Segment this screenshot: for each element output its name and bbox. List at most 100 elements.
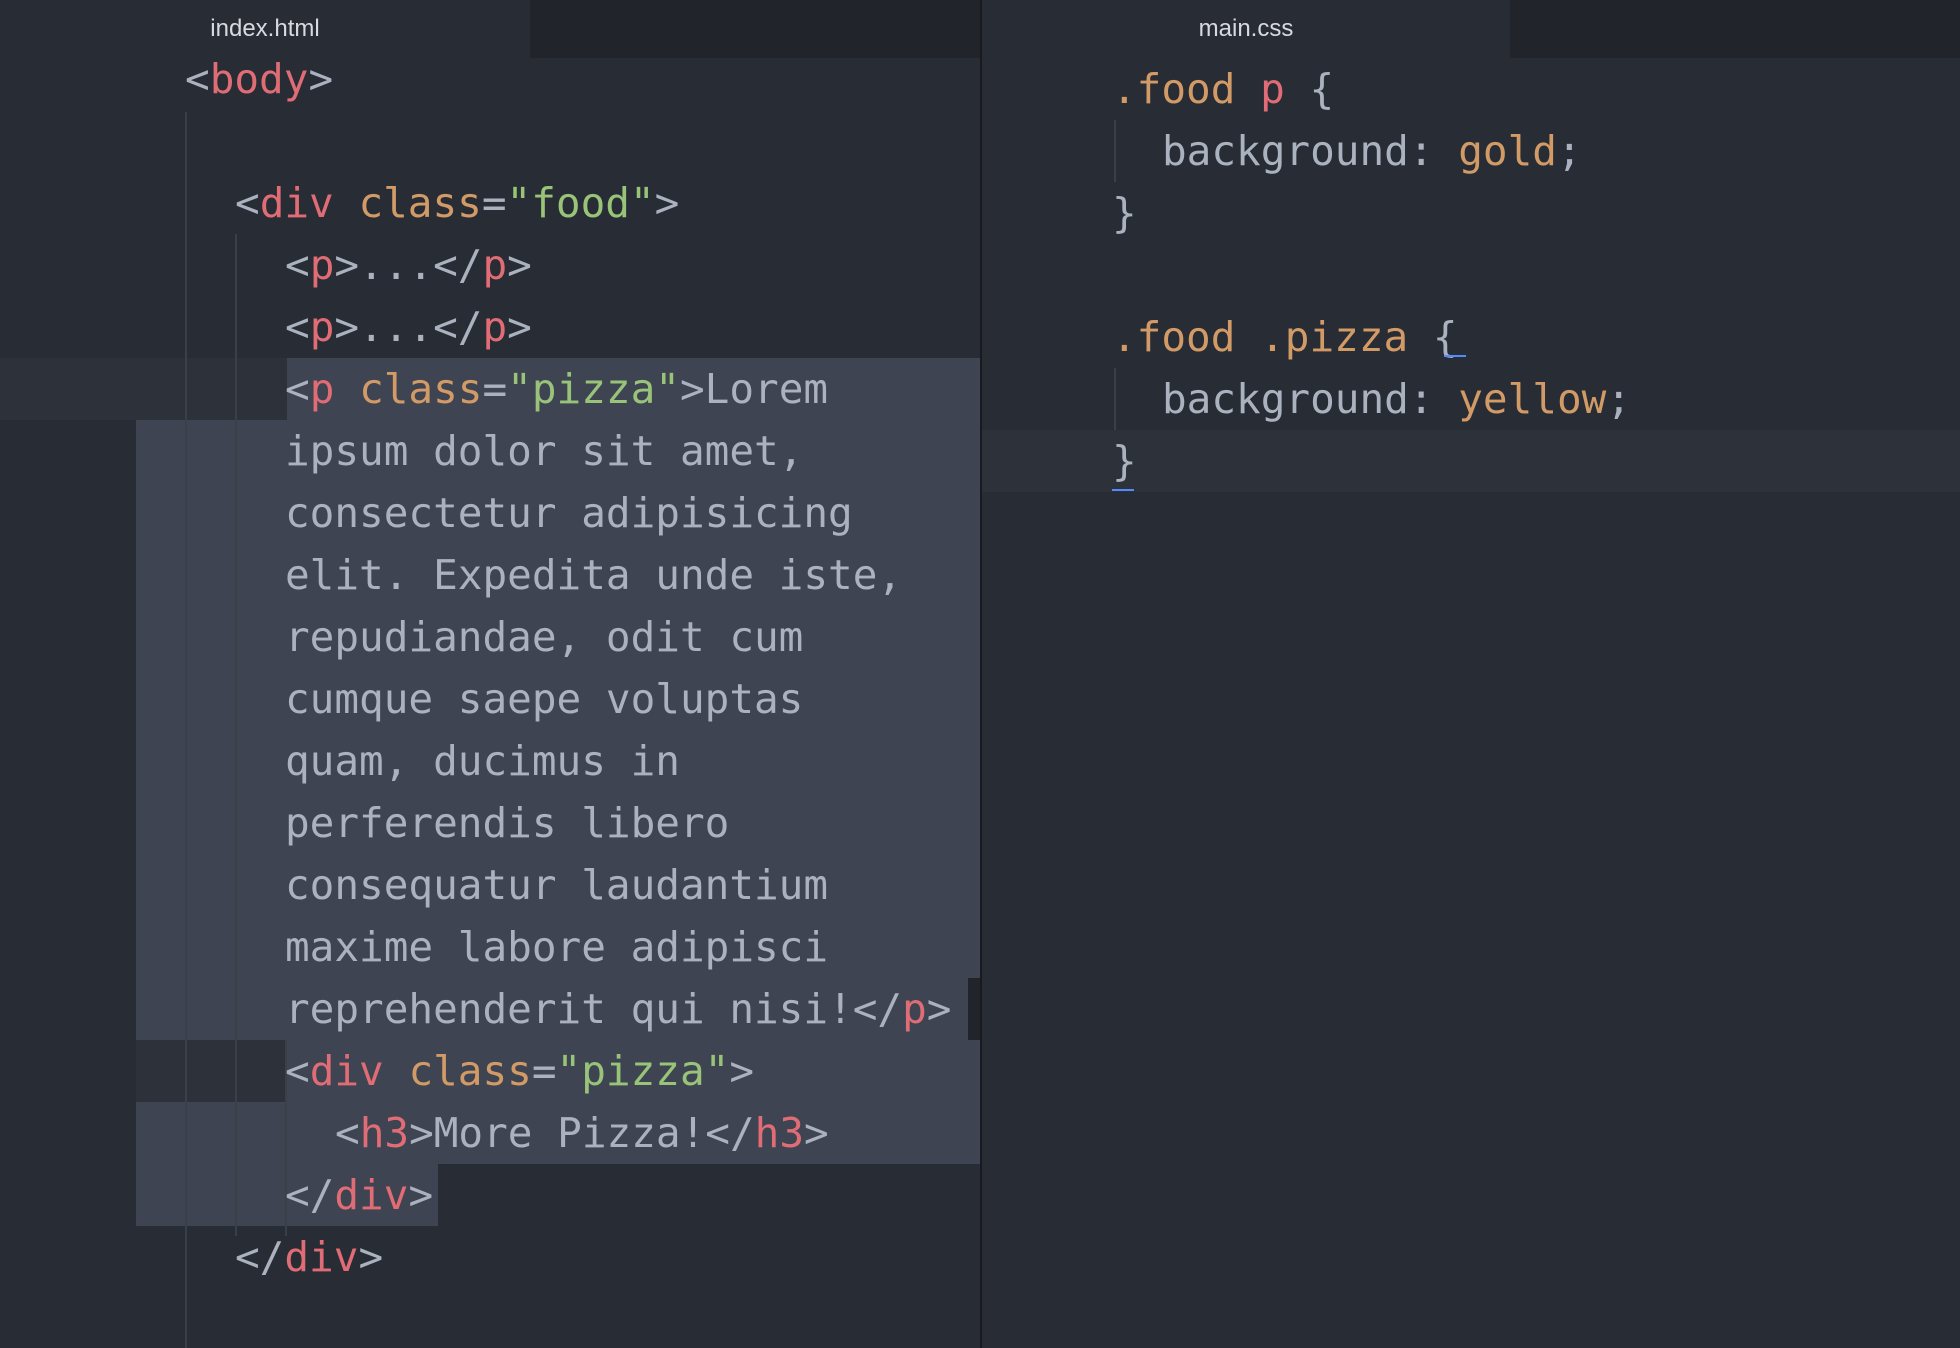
- code-token: consectetur adipisicing: [285, 489, 853, 537]
- code-token: =: [481, 179, 507, 227]
- code-line[interactable]: </div>: [235, 1226, 980, 1288]
- code-area[interactable]: .food p {background: gold;} .food .pizza …: [982, 0, 1960, 1348]
- code-token: =: [531, 1047, 557, 1095]
- code-token: elit. Expedita unde iste,: [285, 551, 903, 599]
- code-line[interactable]: }: [1112, 430, 1960, 492]
- code-token: </: [235, 1233, 285, 1281]
- code-token: ;: [1606, 375, 1632, 423]
- code-token: :: [1408, 375, 1459, 423]
- code-line[interactable]: [1112, 244, 1960, 306]
- bracket-match-underline: [1112, 489, 1134, 491]
- code-token: "food": [506, 179, 655, 227]
- code-line[interactable]: maxime labore adipisci: [285, 916, 980, 978]
- code-token: p: [309, 303, 335, 351]
- indent-guide: [1114, 368, 1116, 430]
- code-token: maxime labore adipisci: [285, 923, 829, 971]
- code-token: >: [507, 303, 532, 351]
- code-line[interactable]: perferendis libero: [285, 792, 980, 854]
- current-line-highlight: [136, 1040, 287, 1102]
- code-token: {: [1284, 65, 1335, 113]
- code-token: background: [1162, 375, 1409, 423]
- code-line[interactable]: <h3>More Pizza!</h3>: [335, 1102, 980, 1164]
- code-line[interactable]: elit. Expedita unde iste,: [285, 544, 980, 606]
- code-token: body: [209, 55, 309, 103]
- code-line[interactable]: .food .pizza {: [1112, 306, 1960, 368]
- html-editor-pane[interactable]: index.html <body> <div class="food"> <p>..…: [0, 0, 980, 1348]
- code-token: >: [729, 1047, 755, 1095]
- code-token: cumque saepe voluptas: [285, 675, 804, 723]
- css-editor-pane[interactable]: main.css .food p {background: gold;} .foo…: [982, 0, 1960, 1348]
- code-line[interactable]: cumque saepe voluptas: [285, 668, 980, 730]
- code-token: perferendis libero: [285, 799, 730, 847]
- code-line[interactable]: reprehenderit qui nisi!</p>: [285, 978, 980, 1040]
- code-line[interactable]: }: [1112, 182, 1960, 244]
- code-token: >: [408, 1171, 434, 1219]
- code-line[interactable]: <div class="food">: [235, 172, 980, 234]
- code-token: .food: [1112, 65, 1236, 113]
- bracket-match-underline: [1444, 355, 1466, 357]
- code-token: p: [1260, 65, 1285, 113]
- code-token: p: [482, 303, 508, 351]
- code-token: consequatur laudantium: [285, 861, 829, 909]
- code-token: .food: [1112, 313, 1236, 361]
- code-token: quam, ducimus in: [285, 737, 680, 785]
- code-token: <: [335, 1109, 360, 1157]
- code-line[interactable]: <p class="pizza">Lorem: [285, 358, 980, 420]
- code-token: p: [902, 985, 927, 1033]
- code-token: p: [309, 365, 335, 413]
- indent-guide: [1114, 120, 1116, 182]
- code-token: >: [308, 55, 334, 103]
- code-line[interactable]: repudiandae, odit cum: [285, 606, 980, 668]
- code-line[interactable]: ipsum dolor sit amet,: [285, 420, 980, 482]
- code-token: p: [482, 241, 508, 289]
- code-token: div: [284, 1233, 359, 1281]
- code-token: =: [482, 365, 508, 413]
- code-line[interactable]: .food p {: [1112, 58, 1960, 120]
- code-token: >...</: [334, 303, 483, 351]
- code-token: class: [408, 1047, 532, 1095]
- current-line-highlight: [0, 358, 287, 420]
- code-line[interactable]: <p>...</p>: [285, 296, 980, 358]
- code-token: class: [359, 365, 483, 413]
- code-token: .pizza: [1260, 313, 1409, 361]
- code-token: background: [1162, 127, 1409, 175]
- code-line[interactable]: background: yellow;: [1162, 368, 1960, 430]
- code-line[interactable]: [185, 110, 980, 172]
- code-token: reprehenderit qui nisi!</: [285, 985, 903, 1033]
- code-token: p: [309, 241, 335, 289]
- code-token: >: [804, 1109, 829, 1157]
- code-token: class: [358, 179, 482, 227]
- code-token: }: [1112, 189, 1137, 237]
- code-token: >Lorem: [679, 365, 829, 413]
- code-token: <: [185, 55, 210, 103]
- code-line[interactable]: [185, 1288, 980, 1348]
- code-token: div: [334, 1171, 409, 1219]
- code-token: :: [1408, 127, 1459, 175]
- code-token: >More Pizza!</: [409, 1109, 755, 1157]
- code-token: <: [285, 1047, 310, 1095]
- code-line[interactable]: consectetur adipisicing: [285, 482, 980, 544]
- code-line[interactable]: <div class="pizza">: [285, 1040, 980, 1102]
- code-token: }: [1112, 437, 1137, 485]
- code-line[interactable]: <body>: [185, 48, 980, 110]
- code-token: gold: [1458, 127, 1557, 175]
- code-token: >: [358, 1233, 384, 1281]
- code-token: >: [926, 985, 952, 1033]
- code-line[interactable]: [1112, 492, 1960, 554]
- code-line[interactable]: <p>...</p>: [285, 234, 980, 296]
- code-token: <: [285, 303, 310, 351]
- code-token: <: [235, 179, 260, 227]
- code-token: {: [1408, 313, 1458, 361]
- code-line[interactable]: background: gold;: [1162, 120, 1960, 182]
- code-token: div: [309, 1047, 384, 1095]
- code-line[interactable]: </div>: [285, 1164, 980, 1226]
- code-area[interactable]: <body> <div class="food"> <p>...</p> <p>...…: [0, 0, 980, 1348]
- code-token: div: [259, 179, 334, 227]
- code-line[interactable]: consequatur laudantium: [285, 854, 980, 916]
- code-line[interactable]: quam, ducimus in: [285, 730, 980, 792]
- code-token: <: [285, 241, 310, 289]
